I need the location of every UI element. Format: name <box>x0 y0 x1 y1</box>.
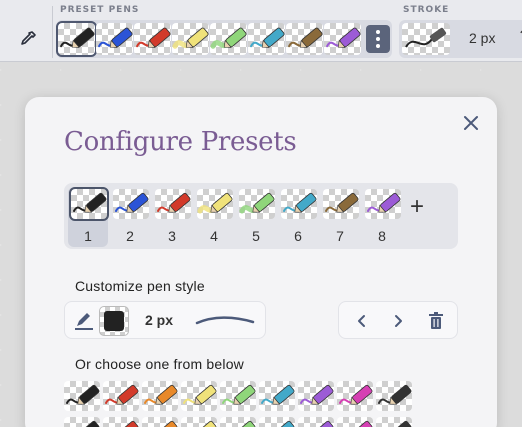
customize-pen-style-label: Customize pen style <box>75 278 205 294</box>
pen-choice[interactable] <box>103 417 139 427</box>
pen-icon[interactable] <box>73 310 95 332</box>
pen-choice[interactable] <box>337 417 373 427</box>
preset-number: 8 <box>378 228 386 244</box>
pen-style-editor: 2 px <box>64 301 266 339</box>
stroke-label: STROKE <box>403 5 450 15</box>
pen-choice[interactable] <box>220 417 256 427</box>
preset-pen-icon <box>197 189 233 219</box>
preset-number: 3 <box>168 228 176 244</box>
toolbar-preset-pen[interactable] <box>286 23 323 55</box>
toolbar-separator <box>52 6 53 58</box>
preset-pen-icon <box>113 189 149 219</box>
trash-icon[interactable] <box>425 310 447 332</box>
pen-choice[interactable] <box>103 381 139 411</box>
stroke-control[interactable]: 2 px ⌃ <box>399 20 522 58</box>
pen-choice[interactable] <box>376 417 412 427</box>
preset-item[interactable]: 5 <box>236 187 276 247</box>
chevron-left-icon[interactable] <box>351 310 373 332</box>
preset-number: 4 <box>210 228 218 244</box>
pen-choice[interactable] <box>376 381 412 411</box>
pen-choice[interactable] <box>337 381 373 411</box>
stroke-preview <box>402 23 450 55</box>
pen-choice[interactable] <box>181 417 217 427</box>
preset-item[interactable]: 7 <box>320 187 360 247</box>
stroke-size-value: 2 px <box>469 30 496 46</box>
chevron-up-icon[interactable]: ⌃ <box>517 26 522 45</box>
toolbar-preset-pen[interactable] <box>210 23 247 55</box>
pen-choice[interactable] <box>142 417 178 427</box>
preset-pen-icon <box>365 189 401 219</box>
pen-choice[interactable] <box>64 417 100 427</box>
chevron-right-icon[interactable] <box>387 310 409 332</box>
preset-item[interactable]: 6 <box>278 187 318 247</box>
toolbar-preset-pen[interactable] <box>96 23 133 55</box>
preset-item[interactable]: 8 <box>362 187 402 247</box>
vertical-dots-icon[interactable] <box>366 25 390 53</box>
toolbar: PRESET PENS STROKE 2 px ⌃ <box>0 0 522 62</box>
pen-color-swatch[interactable] <box>99 306 129 336</box>
pen-choice[interactable] <box>259 417 295 427</box>
toolbar-preset-pen[interactable] <box>56 21 97 57</box>
preset-number: 2 <box>126 228 134 244</box>
pen-choice[interactable] <box>64 381 100 411</box>
close-button[interactable] <box>461 113 481 133</box>
preset-pen-icon <box>239 189 275 219</box>
preset-nav <box>338 301 458 339</box>
toolbar-preset-pen[interactable] <box>172 23 209 55</box>
preset-pen-icon <box>323 189 359 219</box>
preset-pens-label: PRESET PENS <box>60 5 140 15</box>
toolbar-preset-pen[interactable] <box>324 23 361 55</box>
pen-choice[interactable] <box>181 381 217 411</box>
preset-item[interactable]: 2 <box>110 187 150 247</box>
preset-item[interactable]: 3 <box>152 187 192 247</box>
choose-pen-label: Or choose one from below <box>75 356 244 372</box>
preset-number: 1 <box>84 228 92 244</box>
add-preset-button[interactable]: + <box>410 193 424 221</box>
preset-item[interactable]: 4 <box>194 187 234 247</box>
close-icon <box>464 116 478 130</box>
toolbar-preset-pen[interactable] <box>134 23 171 55</box>
eyedropper-button[interactable] <box>10 22 46 56</box>
stroke-preview-line <box>195 316 255 325</box>
preset-item[interactable]: 1 <box>68 187 109 247</box>
pen-choice[interactable] <box>298 417 334 427</box>
preset-pens-strip <box>56 20 392 58</box>
pen-choice[interactable] <box>259 381 295 411</box>
preset-number: 7 <box>336 228 344 244</box>
pen-choice[interactable] <box>142 381 178 411</box>
pen-size-value[interactable]: 2 px <box>145 312 173 328</box>
preset-number: 6 <box>294 228 302 244</box>
preset-pen-icon <box>69 187 109 221</box>
pen-choice[interactable] <box>220 381 256 411</box>
eyedropper-icon <box>21 31 36 45</box>
pen-choice[interactable] <box>298 381 334 411</box>
preset-number: 5 <box>252 228 260 244</box>
pen-color-fill <box>104 311 124 331</box>
preset-pen-icon <box>155 189 191 219</box>
configure-presets-dialog: Configure Presets + 1 2 3 4 5 6 7 8 Customize p… <box>25 97 497 427</box>
preset-list: + 1 2 3 4 5 6 7 8 <box>64 183 458 249</box>
dialog-title: Configure Presets <box>64 127 297 157</box>
preset-pen-icon <box>281 189 317 219</box>
toolbar-preset-pen[interactable] <box>248 23 285 55</box>
